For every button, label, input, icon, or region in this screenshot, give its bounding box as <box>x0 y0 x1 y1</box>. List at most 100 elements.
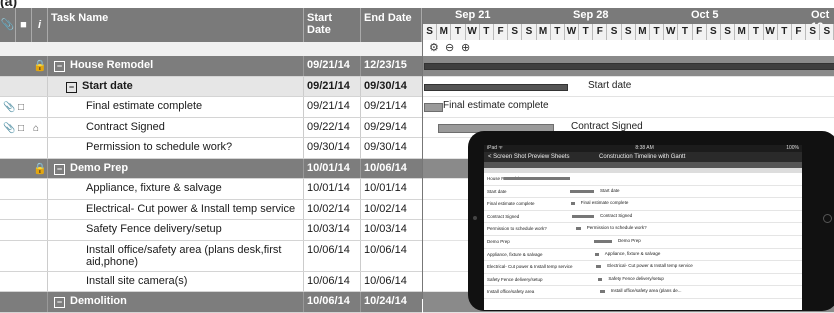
task-name-cell[interactable]: Appliance, fixture & salvage <box>48 179 304 199</box>
tablet-gantt-bar <box>576 227 581 231</box>
end-date-cell[interactable]: 10/06/14 <box>361 159 422 179</box>
end-date-cell[interactable]: 10/06/14 <box>361 272 422 292</box>
comment-column-icon[interactable]: ■ <box>16 8 32 42</box>
tablet-bar-label: Final estimate complete <box>580 200 629 206</box>
tablet-row[interactable]: Appliance, fixture & salvage Appliance, f… <box>484 249 802 262</box>
tablet-row[interactable]: Start date Start date <box>484 186 802 199</box>
task-name-cell[interactable]: Install office/safety area (plans desk,f… <box>48 240 304 271</box>
start-date-cell[interactable]: 09/21/14 <box>304 56 361 76</box>
end-date-cell[interactable]: 09/30/14 <box>361 138 422 158</box>
table-row[interactable]: − Start date 09/21/14 09/30/14 <box>0 76 422 97</box>
table-row[interactable]: 📎 □ ⌂ Contract Signed 09/22/14 09/29/14 <box>0 117 422 138</box>
task-name-cell[interactable]: Final estimate complete <box>48 97 304 117</box>
collapse-icon[interactable]: − <box>54 61 65 72</box>
start-date-cell[interactable]: 10/01/14 <box>304 158 361 178</box>
timeline-row <box>423 56 834 77</box>
end-date-cell[interactable]: 10/06/14 <box>361 241 422 271</box>
end-date-cell[interactable]: 10/03/14 <box>361 220 422 240</box>
table-row[interactable]: − Demolition 10/06/14 10/24/14 <box>0 292 422 313</box>
start-date-cell[interactable]: 09/30/14 <box>304 138 361 158</box>
task-name-cell[interactable]: Permission to schedule work? <box>48 138 304 158</box>
task-name-cell[interactable]: − House Remodel <box>48 56 304 76</box>
tablet-back-link[interactable]: < Screen Shot Preview Sheets <box>488 152 570 162</box>
day-letter: M <box>437 24 452 40</box>
tablet-rows: House RemodelStart dateStart dateFinal e… <box>484 173 802 299</box>
tablet-row[interactable]: Electrical- Cut power & Install temp ser… <box>484 261 802 274</box>
tablet-row[interactable]: Final estimate complete Final estimate co… <box>484 198 802 211</box>
zoom-out-icon[interactable]: ⊖ <box>445 41 454 54</box>
table-row[interactable]: 🔒 − House Remodel 09/21/14 12/23/15 <box>0 56 422 77</box>
task-name-cell[interactable]: − Demo Prep <box>48 158 304 178</box>
task-name-cell[interactable]: − Demolition <box>48 292 304 312</box>
task-name-cell[interactable]: Safety Fence delivery/setup <box>48 220 304 240</box>
tablet-row[interactable]: Install office/safety area Install office… <box>484 286 802 299</box>
end-date-cell[interactable]: 09/21/14 <box>361 97 422 117</box>
end-date-cell[interactable]: 10/24/14 <box>361 292 422 312</box>
start-date-cell[interactable]: 10/01/14 <box>304 179 361 199</box>
table-row[interactable]: 🔒 − Demo Prep 10/01/14 10/06/14 <box>0 158 422 179</box>
comment-icon[interactable]: □ <box>18 101 24 114</box>
table-row[interactable]: 📎 □ Final estimate complete 09/21/14 09/21/1… <box>0 97 422 118</box>
day-letter: M <box>636 24 650 40</box>
start-date-cell[interactable]: 10/06/14 <box>304 271 361 291</box>
start-date-cell[interactable]: 09/21/14 <box>304 76 361 96</box>
day-letter: W <box>565 24 580 40</box>
row-icons <box>0 199 48 219</box>
column-start-date[interactable]: Start Date <box>304 8 361 42</box>
start-date-cell[interactable]: 10/03/14 <box>304 220 361 240</box>
tablet-row[interactable]: Demo Prep Demo Prep <box>484 236 802 249</box>
bell-icon[interactable]: ⌂ <box>33 122 39 135</box>
day-letter: F <box>792 24 807 40</box>
tablet-screen: iPad ᯤ 8:38 AM 100% < Screen Shot Previe… <box>484 145 802 310</box>
day-letter: F <box>494 24 509 40</box>
task-name-cell[interactable]: Contract Signed <box>48 117 304 137</box>
tablet-row[interactable]: Contract Signed Contract Signed <box>484 211 802 224</box>
day-letter: S <box>522 24 537 40</box>
day-letter: F <box>593 24 608 40</box>
table-row[interactable]: Install office/safety area (plans desk,f… <box>0 240 422 272</box>
end-date-cell[interactable]: 09/29/14 <box>361 118 422 138</box>
table-row[interactable]: Electrical- Cut power & Install temp ser… <box>0 199 422 220</box>
end-date-cell[interactable]: 09/30/14 <box>361 77 422 97</box>
end-date-cell[interactable]: 10/01/14 <box>361 179 422 199</box>
row-icons <box>0 179 48 199</box>
gear-icon[interactable]: ⚙ <box>429 41 439 54</box>
end-date-cell[interactable]: 10/02/14 <box>361 200 422 220</box>
column-task-name[interactable]: Task Name <box>48 8 304 42</box>
grid-header: 📎 ■ i Task Name Start Date End Date <box>0 8 422 42</box>
task-name: Contract Signed <box>86 120 165 133</box>
day-letter: S <box>423 24 438 40</box>
start-date-cell[interactable]: 09/22/14 <box>304 117 361 137</box>
collapse-icon[interactable]: − <box>54 163 65 175</box>
task-name-cell[interactable]: Install site camera(s) <box>48 271 304 291</box>
start-date-cell[interactable]: 10/06/14 <box>304 292 361 312</box>
gantt-bar[interactable] <box>424 83 568 91</box>
attachment-column-icon[interactable]: 📎 <box>0 8 16 42</box>
column-end-date[interactable]: End Date <box>361 8 422 42</box>
task-name-cell[interactable]: Electrical- Cut power & Install temp ser… <box>48 199 304 219</box>
timeline-row: Start date <box>423 77 834 97</box>
start-date-cell[interactable]: 09/21/14 <box>304 97 361 117</box>
attachment-icon[interactable]: 📎 <box>3 101 15 114</box>
task-name-cell[interactable]: − Start date <box>48 76 304 96</box>
comment-icon[interactable]: □ <box>18 122 24 135</box>
tablet-bar-label: Electrical- Cut power & Install temp ser… <box>607 263 693 269</box>
table-row[interactable]: Permission to schedule work? 09/30/14 09/3… <box>0 138 422 159</box>
tablet-home-button[interactable] <box>823 214 832 223</box>
tablet-row[interactable]: Permission to schedule work? Permission t… <box>484 223 802 236</box>
start-date-cell[interactable]: 10/02/14 <box>304 199 361 219</box>
gantt-bar[interactable] <box>424 63 834 70</box>
start-date-cell[interactable]: 10/06/14 <box>304 240 361 271</box>
attachment-icon[interactable]: 📎 <box>3 122 15 135</box>
gantt-bar[interactable] <box>424 103 444 112</box>
table-row[interactable]: Appliance, fixture & salvage 10/01/14 10/0… <box>0 179 422 200</box>
table-row[interactable]: Safety Fence delivery/setup 10/03/14 10/03… <box>0 220 422 241</box>
zoom-in-icon[interactable]: ⊕ <box>461 41 470 54</box>
tablet-row[interactable]: Safety Fence delivery/setup Safety Fence … <box>484 274 802 287</box>
tablet-row[interactable]: House Remodel <box>484 173 802 186</box>
collapse-icon[interactable]: − <box>66 81 77 93</box>
table-row[interactable]: Install site camera(s) 10/06/14 10/06/14 <box>0 271 422 292</box>
end-date-cell[interactable]: 12/23/15 <box>361 56 422 76</box>
info-column-icon[interactable]: i <box>32 8 48 42</box>
figure-label: (a) <box>0 0 834 9</box>
